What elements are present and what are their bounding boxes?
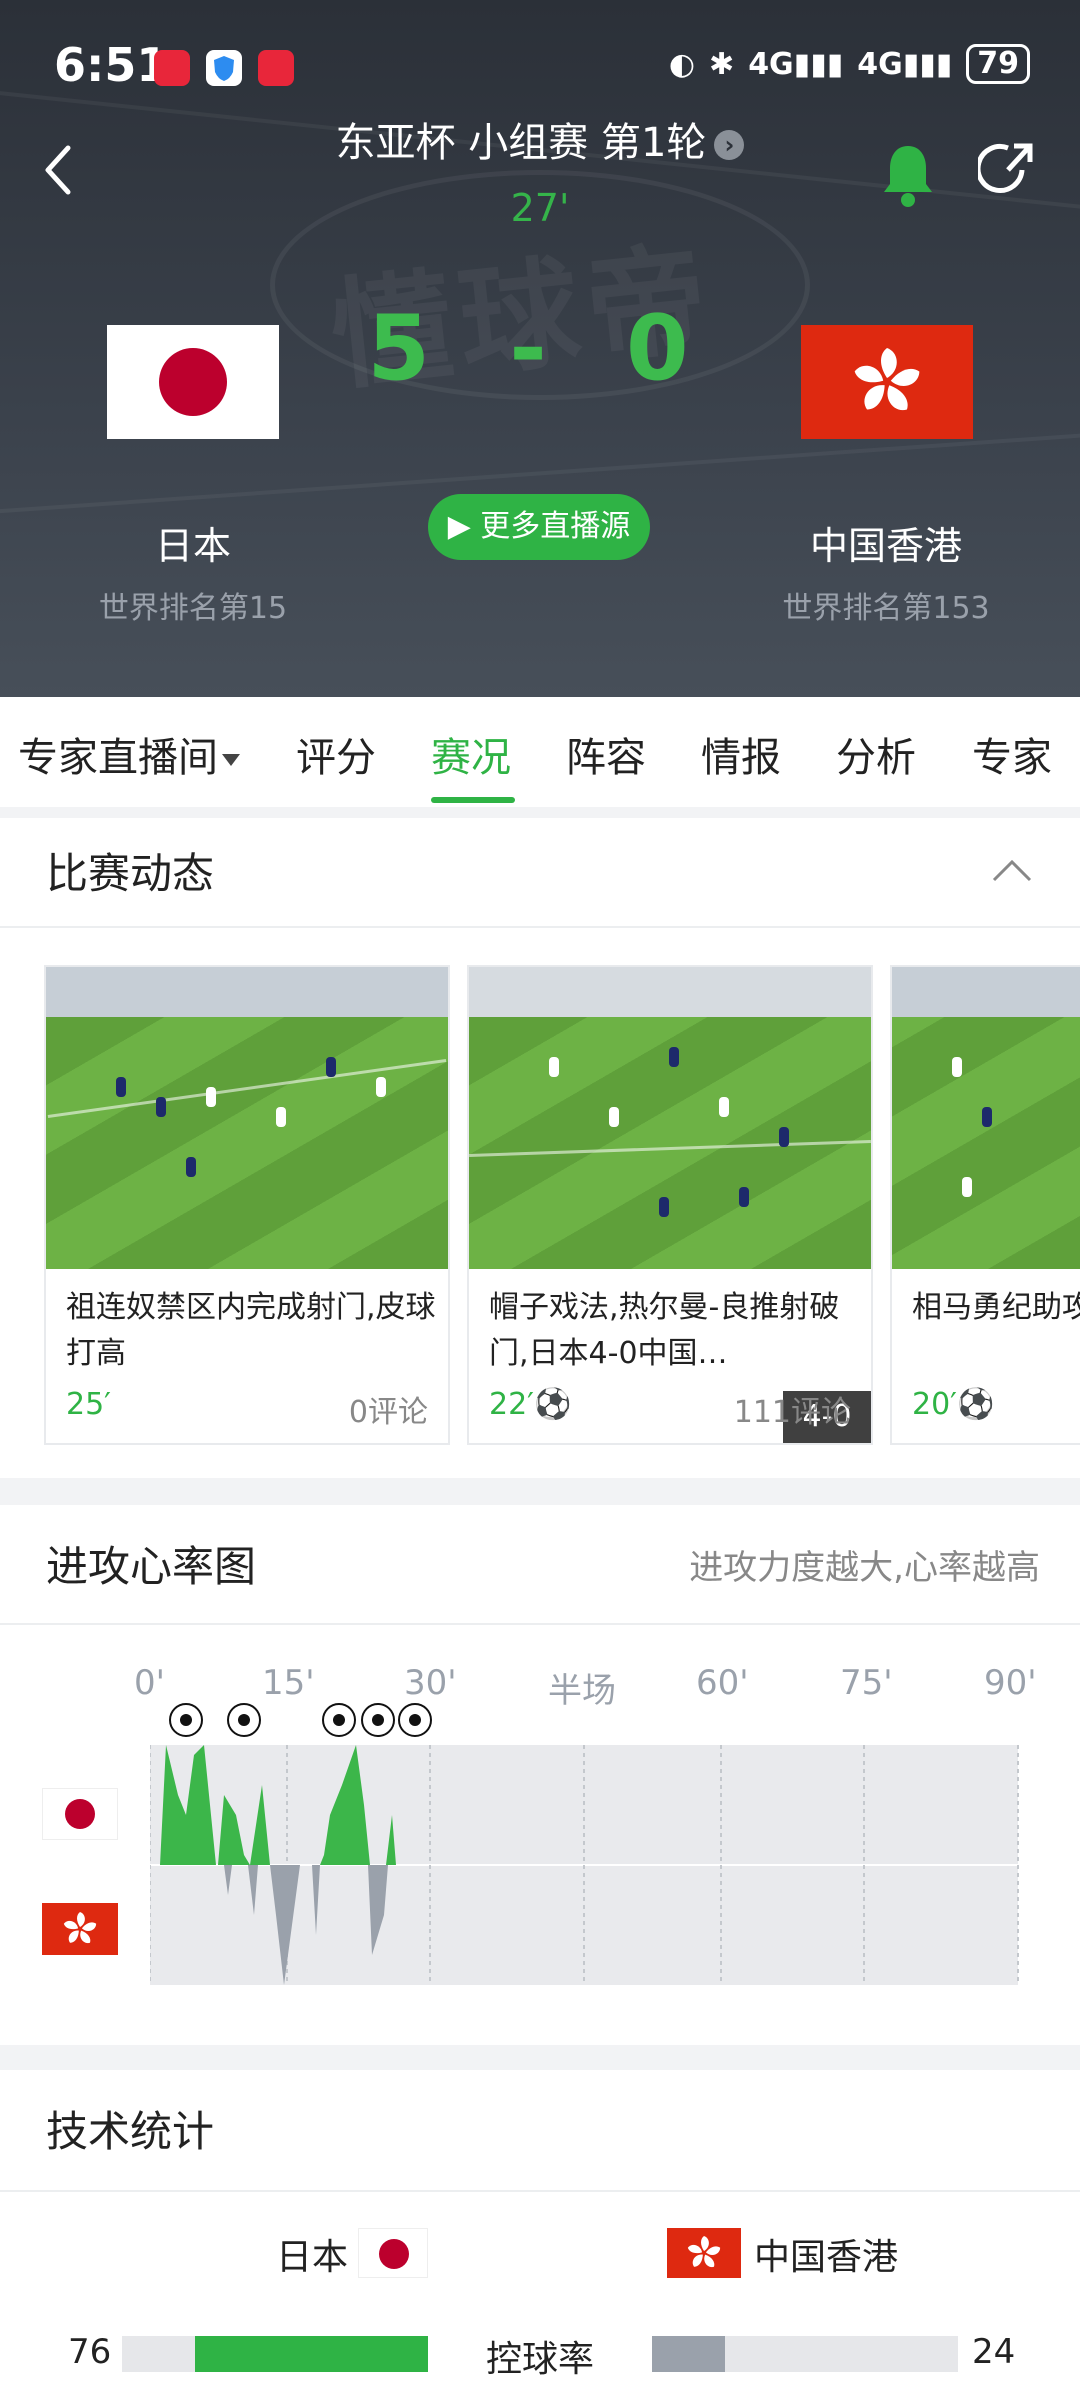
- match-header: 懂球帝 6:51 ◐ ✱ 4G▮▮▮ 4G▮▮▮ 79 东亚杯 小组赛 第1轮 ›…: [0, 0, 1080, 697]
- share-icon[interactable]: [975, 140, 1038, 200]
- video-comments[interactable]: 0评论: [349, 1387, 428, 1431]
- video-thumbnail: [469, 967, 871, 1269]
- video-card[interactable]: 祖连奴禁区内完成射门,皮球打高 25′ 0评论: [44, 965, 450, 1445]
- video-minute: 20′⚽: [912, 1387, 995, 1422]
- stat-away-bar-track: [652, 2336, 958, 2372]
- japan-flag-icon: [358, 2228, 428, 2278]
- tab-rating[interactable]: 评分: [296, 725, 376, 783]
- video-card[interactable]: 相马勇纪助攻射破门,日本 20′⚽: [890, 965, 1080, 1445]
- caret-down-icon: [222, 754, 240, 766]
- goal-ball-icon: [361, 1703, 395, 1737]
- japan-flag-icon: [42, 1788, 118, 1840]
- video-caption: 祖连奴禁区内完成射门,皮球打高: [66, 1290, 436, 1371]
- app-notification-icon: [154, 50, 190, 86]
- status-time: 6:51: [54, 38, 169, 92]
- tab-expert-live[interactable]: 专家直播间: [18, 725, 240, 783]
- section-title: 进攻心率图: [46, 1542, 257, 1591]
- video-thumbnail: [892, 967, 1080, 1269]
- axis-label: 15': [262, 1663, 315, 1703]
- section-subtitle: 进攻力度越大,心率越高: [689, 1548, 1040, 1588]
- section-title: 比赛动态: [46, 849, 215, 898]
- video-caption: 相马勇纪助攻射破门,日本: [912, 1290, 1080, 1325]
- home-score: 5: [367, 296, 454, 401]
- competition-name: 东亚杯 小组赛 第1轮: [335, 120, 707, 166]
- signal-icon: 4G▮▮▮: [857, 46, 953, 82]
- video-card[interactable]: 4-0 帽子戏法,热尔曼-良推射破门,日本4-0中国… 22′⚽ 111评论: [467, 965, 873, 1445]
- signal-icon: 4G▮▮▮: [748, 46, 844, 82]
- axis-label: 30': [404, 1663, 457, 1703]
- scoreboard: 5 - 0: [0, 296, 1080, 401]
- video-minute: 25′: [66, 1387, 111, 1422]
- goal-ball-icon: [322, 1703, 356, 1737]
- away-team-name[interactable]: 中国香港: [686, 515, 1080, 570]
- divider: [0, 1623, 1080, 1625]
- video-caption: 帽子戏法,热尔曼-良推射破门,日本4-0中国…: [489, 1290, 840, 1371]
- axis-label: 90': [984, 1663, 1037, 1703]
- axis-label: 75': [840, 1663, 893, 1703]
- axis-label: 半场: [548, 1671, 616, 1711]
- more-live-sources-button[interactable]: ▶ 更多直播源: [428, 494, 650, 560]
- home-team-rank: 世界排名第15: [98, 591, 288, 626]
- section-title: 技术统计: [46, 2107, 215, 2156]
- video-comments[interactable]: 111评论: [734, 1387, 851, 1431]
- axis-label: 60': [696, 1663, 749, 1703]
- hongkong-flag-icon: [667, 2228, 741, 2278]
- axis-label: 0': [134, 1663, 165, 1703]
- status-bar: 6:51 ◐ ✱ 4G▮▮▮ 4G▮▮▮ 79: [0, 30, 1080, 110]
- home-team-name[interactable]: 日本: [0, 515, 393, 570]
- divider: [0, 2190, 1080, 2192]
- collapse-chevron-icon[interactable]: [990, 858, 1034, 888]
- chevron-right-icon: ›: [714, 130, 745, 160]
- tab-intel[interactable]: 情报: [701, 725, 781, 783]
- stat-away-bar-fill: [652, 2336, 726, 2372]
- divider: [0, 926, 1080, 928]
- bell-icon[interactable]: [878, 140, 938, 210]
- stats-home-team: 日本: [276, 2237, 349, 2278]
- stats-away-team: 中国香港: [754, 2237, 899, 2278]
- hongkong-flag-icon: [42, 1903, 118, 1955]
- status-icons: ◐ ✱ 4G▮▮▮ 4G▮▮▮ 79: [669, 44, 1030, 84]
- tab-bar: 专家直播间 评分 赛况 阵容 情报 分析 专家: [0, 697, 1080, 807]
- active-tab-indicator: [431, 797, 515, 803]
- video-thumbnail: [46, 967, 448, 1269]
- tab-experts[interactable]: 专家: [972, 725, 1052, 783]
- goal-ball-icon: [398, 1703, 432, 1737]
- video-minute: 22′⚽: [489, 1387, 572, 1422]
- heart-rate-chart: [150, 1745, 1019, 1985]
- bluetooth-icon: ✱: [709, 46, 735, 82]
- away-team-rank: 世界排名第153: [782, 591, 990, 626]
- goal-ball-icon: [227, 1703, 261, 1737]
- app-notification-icon: [258, 50, 294, 86]
- tab-match-events[interactable]: 赛况: [431, 725, 511, 783]
- score-separator: -: [509, 296, 571, 401]
- hd-icon: ◐: [668, 46, 696, 82]
- battery-icon: 79: [966, 44, 1030, 84]
- tab-lineup[interactable]: 阵容: [566, 725, 646, 783]
- shield-notification-icon: [206, 50, 242, 86]
- away-score: 0: [626, 296, 713, 401]
- stat-away-value: 24: [972, 2332, 1016, 2372]
- goal-ball-icon: [169, 1703, 203, 1737]
- tab-analysis[interactable]: 分析: [836, 725, 916, 783]
